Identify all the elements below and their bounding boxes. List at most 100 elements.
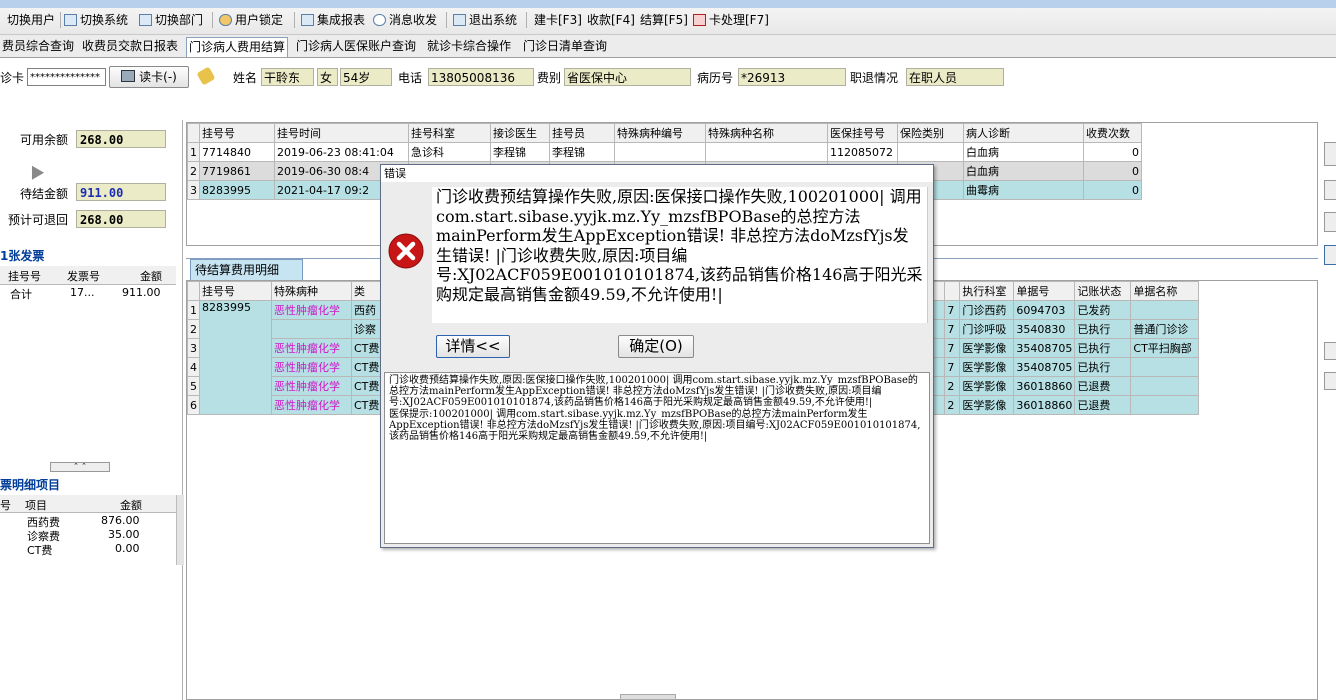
toolbar-divider [60, 12, 61, 28]
column-header[interactable]: 挂号员 [549, 123, 615, 143]
detail-header-amount: 金额 [120, 499, 142, 512]
invoice-total-no: 17... [70, 286, 95, 299]
tab-daily-list-query[interactable]: 门诊日清单查询 [521, 37, 609, 56]
column-header[interactable]: 挂号科室 [408, 123, 491, 143]
column-header[interactable]: 特殊病种 [271, 281, 352, 301]
column-header[interactable]: 记账状态 [1074, 281, 1132, 301]
invoice-detail-title: 票明细项目 [0, 478, 61, 492]
ok-button[interactable]: 确定(O) [618, 335, 694, 358]
table-cell: 已执行 [1074, 319, 1132, 339]
table-cell: 3540830 [1013, 319, 1076, 339]
column-header[interactable]: 执行科室 [959, 281, 1015, 301]
row-number: 4 [187, 357, 200, 377]
side-button[interactable] [1324, 245, 1336, 265]
tab-outpatient-settlement[interactable]: 门诊病人费用结算 [186, 37, 289, 57]
column-header[interactable]: 特殊病种编号 [614, 123, 706, 143]
table-cell: CT费 [350, 357, 383, 377]
lock-user-button[interactable]: 用户锁定 [219, 12, 283, 28]
create-card-button[interactable]: 建卡[F3] [534, 12, 582, 28]
phone-field: 13805008136 [428, 68, 534, 86]
column-header[interactable]: 单据号 [1013, 281, 1076, 301]
collect-payment-label: 收款[F4] [587, 13, 635, 27]
column-header[interactable]: 挂号号 [199, 123, 275, 143]
table-cell [614, 142, 706, 162]
table-cell: 2 [944, 395, 961, 415]
table-cell: 恶性肿瘤化学 [271, 338, 352, 358]
column-header[interactable]: 特殊病种名称 [705, 123, 828, 143]
collect-payment-button[interactable]: 收款[F4] [587, 12, 635, 28]
tab-insurance-account-query[interactable]: 门诊病人医保账户查询 [294, 37, 418, 56]
table-cell: 已退费 [1074, 376, 1132, 396]
table-cell: CT费 [350, 338, 383, 358]
table-cell: 已执行 [1074, 338, 1132, 358]
switch-department-label: 切换部门 [155, 13, 204, 27]
column-header[interactable]: 类 [350, 281, 383, 301]
table-cell: 已发药 [1074, 300, 1132, 320]
pending-amount-label: 待结金额 [20, 187, 69, 201]
card-label: 诊卡 [0, 71, 25, 85]
table-cell: 李程锦 [549, 142, 615, 162]
fee-type-label: 费别 [537, 71, 562, 85]
tab-cashier-query[interactable]: 费员综合查询 [0, 37, 76, 56]
table-row[interactable]: 1 7714840 2019-06-23 08:41:04 急诊科 李程锦 李程… [187, 142, 1142, 162]
column-header[interactable]: 挂号时间 [274, 123, 409, 143]
detail-scrollbar[interactable] [176, 495, 184, 565]
messages-button[interactable]: 消息收发 [373, 12, 437, 28]
exit-system-button[interactable]: 退出系统 [453, 12, 517, 28]
switch-system-button[interactable]: 切换系统 [64, 12, 128, 28]
read-card-button[interactable]: 读卡(-) [109, 66, 189, 88]
invoice-count-title: 1张发票 [0, 249, 45, 263]
side-button[interactable] [1324, 142, 1336, 166]
table-cell: 2019-06-23 08:41:04 [274, 142, 409, 162]
side-button[interactable] [1324, 342, 1336, 360]
table-cell: 恶性肿瘤化学 [271, 300, 352, 320]
record-number-label: 病历号 [697, 71, 734, 85]
error-detail-text[interactable]: 门诊收费预结算操作失败,原因:医保接口操作失败,100201000| 调用com… [384, 372, 930, 544]
details-button[interactable]: 详情<< [436, 335, 510, 358]
expected-refund-field: 268.00 [76, 210, 166, 228]
card-process-button[interactable]: 卡处理[F7] [693, 12, 769, 28]
fee-grid-corner [187, 281, 200, 301]
column-header[interactable]: 挂号号 [199, 281, 272, 301]
table-cell: 8283995 [199, 180, 275, 200]
switch-user-icon [0, 14, 4, 26]
card-number-input[interactable]: ************** [27, 68, 106, 86]
table-cell: 7 [944, 300, 961, 320]
tab-card-operations[interactable]: 就诊卡综合操作 [425, 37, 513, 56]
side-button[interactable] [1324, 212, 1336, 232]
table-cell: 恶性肿瘤化学 [271, 376, 352, 396]
invoice-header-amount: 金额 [140, 270, 162, 283]
column-header[interactable]: 医保挂号号 [827, 123, 898, 143]
column-header[interactable]: 单据名称 [1130, 281, 1200, 301]
column-header[interactable]: 接诊医生 [490, 123, 550, 143]
toolbar-accent-strip [0, 0, 1336, 8]
row-number: 5 [187, 376, 200, 396]
integrated-report-button[interactable]: 集成报表 [301, 12, 365, 28]
column-header[interactable]: 保险类别 [897, 123, 964, 143]
horizontal-scrollbar-thumb[interactable] [620, 694, 676, 700]
phone-label: 电话 [398, 71, 423, 85]
tab-cashier-daily-report[interactable]: 收费员交款日报表 [80, 37, 180, 56]
table-cell: 曲霉病 [963, 180, 1084, 200]
error-dialog: 错误 门诊收费预结算操作失败,原因:医保接口操作失败,100201000| 调用… [380, 164, 934, 548]
table-cell [1130, 300, 1200, 320]
error-icon [388, 233, 424, 269]
detail-header-no: 号 [0, 499, 11, 512]
table-cell: 恶性肿瘤化学 [271, 357, 352, 377]
table-cell: 白血病 [963, 142, 1084, 162]
switch-user-button[interactable]: 切换用户 [0, 12, 55, 28]
settle-button[interactable]: 结算[F5] [640, 12, 688, 28]
side-button[interactable] [1324, 180, 1336, 200]
sex-field: 女 [317, 68, 338, 86]
side-button[interactable] [1324, 372, 1336, 390]
column-header[interactable]: 收费次数 [1083, 123, 1142, 143]
table-cell: 7719861 [199, 161, 275, 181]
record-number-field: *26913 [738, 68, 846, 86]
tab-pending-fees[interactable]: 待结算费用明细 [190, 259, 303, 280]
column-header[interactable]: 病人诊断 [963, 123, 1084, 143]
table-cell: 0 [1083, 161, 1142, 181]
switch-department-button[interactable]: 切换部门 [139, 12, 203, 28]
broom-icon [196, 66, 216, 86]
clear-button[interactable] [195, 66, 217, 87]
splitter-handle[interactable]: ⌃ ⌃ [50, 462, 110, 472]
